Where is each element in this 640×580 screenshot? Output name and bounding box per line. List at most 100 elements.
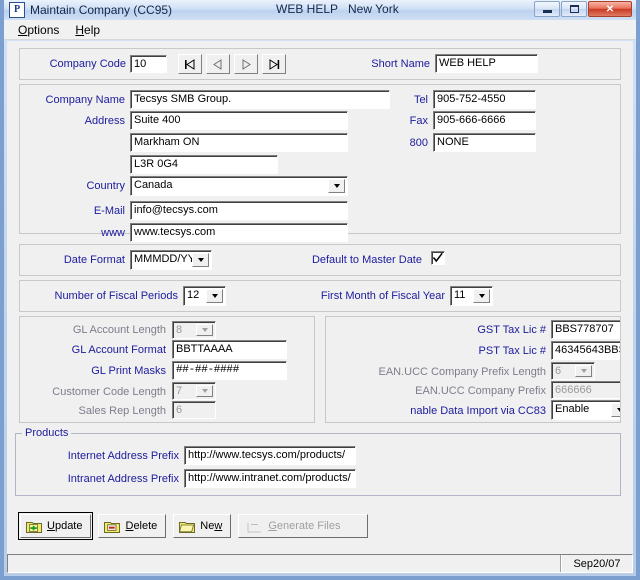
sales-rep-length-label: Sales Rep Length <box>78 405 166 417</box>
delete-button[interactable]: Delete <box>98 514 167 538</box>
default-master-date-label: Default to Master Date <box>311 254 422 266</box>
gl-settings-panel: GL Account Length 8 GL Account Format BB… <box>19 316 315 423</box>
internet-address-prefix-input[interactable]: http://www.tecsys.com/products/ <box>184 446 356 465</box>
location-label: New York <box>348 2 399 16</box>
update-button-label: Update <box>47 520 83 532</box>
gl-account-length-select: 8 <box>172 321 216 339</box>
folder-disabled-icon <box>247 520 263 533</box>
internet-address-prefix-label: Internet Address Prefix <box>67 450 179 462</box>
data-import-label: nable Data Import via CC83 <box>410 405 546 417</box>
email-input[interactable]: info@tecsys.com <box>130 201 348 220</box>
gl-account-format-input[interactable]: BBTTAAAA <box>172 340 287 359</box>
menu-bar: Options Help <box>4 20 636 40</box>
menu-options-rest: ptions <box>27 22 60 37</box>
first-month-select[interactable]: 11 <box>450 286 493 306</box>
ean-prefix-input: 666666 <box>551 381 620 399</box>
chevron-down-icon[interactable] <box>611 403 620 417</box>
ean-prefix-length-value: 6 <box>555 365 562 377</box>
last-record-button[interactable] <box>262 54 286 74</box>
www-label: www <box>101 227 125 239</box>
window-controls: ✕ <box>534 1 632 17</box>
company-code-label: Company Code <box>49 58 126 70</box>
chevron-down-icon <box>196 385 213 397</box>
pst-tax-lic-input[interactable]: 46345643BBS <box>551 341 620 360</box>
gst-tax-lic-input[interactable]: BBS778707 <box>551 320 620 339</box>
application-window: P Maintain Company (CC95) WEB HELP New Yo… <box>0 0 640 580</box>
generate-files-button-label: Generate Files <box>268 520 341 532</box>
gl-print-masks-label: GL Print Masks <box>91 365 166 377</box>
web-help-label: WEB HELP <box>276 2 339 16</box>
short-name-label: Short Name <box>371 58 430 70</box>
data-import-select[interactable]: Enable <box>551 400 620 420</box>
fiscal-panel: Number of Fiscal Periods 12 First Month … <box>19 280 621 312</box>
gl-account-length-label: GL Account Length <box>72 324 166 336</box>
last-record-icon <box>269 58 280 70</box>
customer-code-length-value: 7 <box>176 385 183 397</box>
www-input[interactable]: www.tecsys.com <box>130 223 348 242</box>
tel-label: Tel <box>413 94 428 106</box>
folder-minus-icon <box>104 520 121 533</box>
short-name-input[interactable]: WEB HELP <box>435 54 538 73</box>
status-date: Sep20/07 <box>561 555 632 572</box>
chevron-down-icon[interactable] <box>192 253 209 267</box>
address-line-3-input[interactable]: L3R 0G4 <box>130 155 278 174</box>
checkmark-icon <box>432 252 443 263</box>
previous-record-button[interactable] <box>206 54 230 74</box>
company-name-input[interactable]: Tecsys SMB Group. <box>130 90 390 109</box>
restore-button[interactable] <box>561 1 587 17</box>
first-month-value: 11 <box>454 289 466 301</box>
chevron-down-icon <box>196 324 213 336</box>
address-label: Address <box>84 115 125 127</box>
menu-item-help[interactable]: Help <box>67 21 108 39</box>
previous-record-icon <box>213 58 222 70</box>
data-import-value: Enable <box>555 403 590 415</box>
tax-settings-panel: GST Tax Lic # BBS778707 PST Tax Lic # 46… <box>325 316 621 423</box>
next-record-button[interactable] <box>234 54 258 74</box>
company-address-panel: Company Name Tecsys SMB Group. Address S… <box>19 84 621 242</box>
chevron-down-icon[interactable] <box>473 289 490 303</box>
delete-button-label: Delete <box>125 520 158 532</box>
record-navigation-group <box>178 54 286 74</box>
company-code-input[interactable]: 10 <box>130 55 167 73</box>
date-format-panel: Date Format MMMDD/YY Default to Master D… <box>19 244 621 276</box>
status-message <box>8 555 561 572</box>
toll-free-input[interactable]: NONE <box>433 133 536 152</box>
folder-icon <box>179 520 196 533</box>
menu-item-options[interactable]: Options <box>10 21 67 39</box>
tel-input[interactable]: 905-752-4550 <box>433 90 536 109</box>
fax-input[interactable]: 905-666-6666 <box>433 111 536 130</box>
update-button[interactable]: Update <box>17 512 94 540</box>
sales-rep-length-input: 6 <box>172 401 216 419</box>
title-bar: P Maintain Company (CC95) WEB HELP New Yo… <box>4 0 636 20</box>
email-label: E-Mail <box>93 205 125 217</box>
default-master-date-checkbox[interactable] <box>431 251 445 265</box>
chevron-down-icon[interactable] <box>206 289 223 303</box>
fax-label: Fax <box>409 115 428 127</box>
toll-free-label: 800 <box>409 137 428 149</box>
gst-tax-lic-label: GST Tax Lic # <box>477 324 546 336</box>
number-of-fiscal-periods-value: 12 <box>187 289 200 301</box>
action-button-bar: Update Delete New Generate Files <box>17 512 369 540</box>
gl-print-masks-input[interactable]: ##-##-#### <box>172 361 287 380</box>
country-select[interactable]: Canada <box>130 176 348 196</box>
form-client-area: Company Code 10 Short Name WEB HELP Comp… <box>7 41 633 570</box>
chevron-down-icon[interactable] <box>328 179 345 193</box>
restore-icon <box>569 5 579 13</box>
address-line-2-input[interactable]: Markham ON <box>130 133 348 152</box>
minimize-button[interactable] <box>534 1 560 17</box>
number-of-fiscal-periods-select[interactable]: 12 <box>183 286 226 306</box>
ean-prefix-length-select: 6 <box>551 362 595 380</box>
gl-account-length-value: 8 <box>176 324 183 336</box>
app-icon: P <box>9 2 25 18</box>
intranet-address-prefix-label: Intranet Address Prefix <box>67 473 179 485</box>
address-line-1-input[interactable]: Suite 400 <box>130 111 348 130</box>
products-groupbox: Products Internet Address Prefix http://… <box>15 427 621 496</box>
new-button[interactable]: New <box>173 514 232 538</box>
first-record-button[interactable] <box>178 54 202 74</box>
close-button[interactable]: ✕ <box>588 1 632 17</box>
number-of-fiscal-periods-label: Number of Fiscal Periods <box>54 290 179 302</box>
intranet-address-prefix-input[interactable]: http://www.intranet.com/products/ <box>184 469 356 488</box>
first-month-label: First Month of Fiscal Year <box>320 290 445 302</box>
date-format-select[interactable]: MMMDD/YY <box>130 250 212 270</box>
title-bar-extra: WEB HELP New York <box>276 2 399 16</box>
